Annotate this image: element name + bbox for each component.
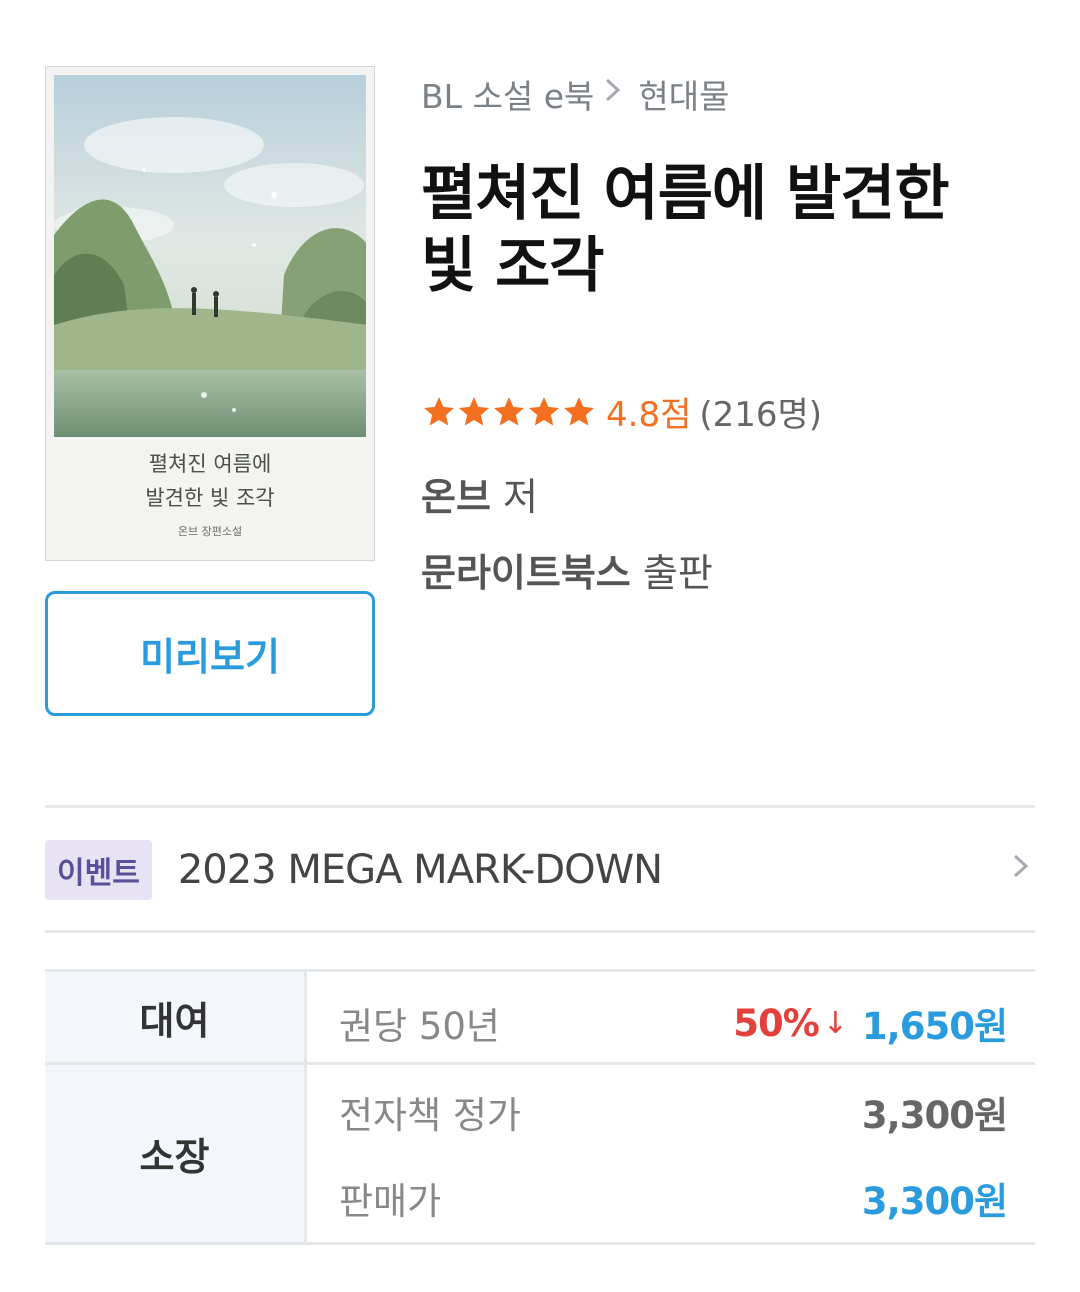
rent-label: 대여 — [45, 972, 307, 1062]
list-price-label: 전자책 정가 — [339, 1094, 521, 1137]
book-title: 펼쳐진 여름에 발견한 빛 조각 — [421, 159, 950, 301]
chevron-right-icon — [1011, 851, 1031, 889]
star-icon — [529, 396, 559, 425]
star-icon — [564, 396, 594, 425]
list-price: 3,300원 — [861, 1094, 1008, 1137]
divider — [45, 805, 1035, 808]
cover-title: 펼쳐진 여름에 발견한 빛 조각 — [145, 452, 275, 510]
rating-stars — [421, 394, 596, 430]
author-line: 온브 저 — [421, 466, 538, 521]
arrow-down-icon: ↓ — [822, 1005, 848, 1041]
cover-illustration — [54, 75, 366, 437]
cover-author: 온브 장편소설 — [177, 525, 243, 538]
event-banner[interactable]: 이벤트 2023 MEGA MARK-DOWN — [45, 809, 1035, 931]
rating-count: (216명) — [699, 395, 823, 435]
publisher-name[interactable]: 문라이트북스 — [421, 551, 631, 595]
rent-discount: 50% — [733, 1001, 820, 1045]
rent-term: 권당 50년 — [339, 1005, 500, 1048]
own-label: 소장 — [45, 1065, 307, 1242]
preview-button[interactable]: 미리보기 — [45, 591, 375, 716]
sale-price: 3,300원 — [861, 1180, 1008, 1223]
publisher-line: 문라이트북스 출판 — [421, 542, 713, 597]
book-cover[interactable]: 펼쳐진 여름에 발견한 빛 조각 온브 장편소설 — [45, 66, 375, 561]
rating: 4.8점 (216명) — [421, 387, 822, 436]
rating-score: 4.8점 — [606, 395, 692, 435]
divider — [45, 930, 1035, 933]
star-icon — [494, 396, 524, 425]
star-icon — [459, 396, 489, 425]
author-name[interactable]: 온브 — [421, 475, 491, 519]
event-badge: 이벤트 — [45, 840, 152, 900]
breadcrumb: BL 소설 e북 현대물 — [421, 70, 729, 118]
own-row[interactable]: 소장 전자책 정가 3,300원 판매가 3,300원 — [45, 1065, 1035, 1242]
chevron-right-icon — [602, 75, 624, 113]
author-role: 저 — [503, 475, 538, 519]
publisher-role: 출판 — [642, 551, 713, 595]
price-table: 대여 권당 50년 50% ↓ 1,650원 소장 전자책 정가 3,300원 … — [45, 969, 1035, 1245]
rent-row[interactable]: 대여 권당 50년 50% ↓ 1,650원 — [45, 972, 1035, 1065]
breadcrumb-category[interactable]: BL 소설 e북 — [421, 70, 594, 118]
star-icon — [424, 396, 454, 425]
event-text: 2023 MEGA MARK-DOWN — [177, 847, 663, 893]
rent-price: 1,650원 — [861, 1005, 1008, 1048]
breadcrumb-subcategory[interactable]: 현대물 — [638, 70, 729, 118]
sale-price-label: 판매가 — [339, 1180, 442, 1223]
